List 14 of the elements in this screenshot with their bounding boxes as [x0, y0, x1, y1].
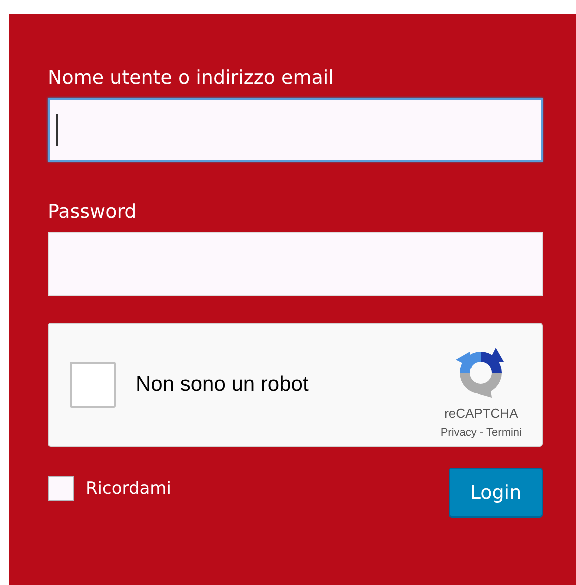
link-separator: -: [480, 426, 484, 438]
username-field[interactable]: [48, 98, 543, 162]
password-field[interactable]: [48, 232, 543, 296]
captcha-checkbox[interactable]: [70, 362, 116, 408]
privacy-link[interactable]: Privacy: [440, 426, 477, 438]
field-label: Nome utente o indirizzo email: [48, 66, 335, 90]
login-button[interactable]: Login: [449, 468, 543, 517]
captcha-label: Non sono un robot: [136, 373, 310, 397]
terms-link[interactable]: Termini: [486, 426, 522, 438]
recaptcha-brand: reCAPTCHA: [444, 406, 518, 420]
field-label: Password: [48, 200, 138, 224]
recaptcha-logo-icon: [456, 348, 506, 398]
checkbox-label: Ricordami: [86, 478, 172, 498]
remember-checkbox[interactable]: [48, 476, 74, 501]
